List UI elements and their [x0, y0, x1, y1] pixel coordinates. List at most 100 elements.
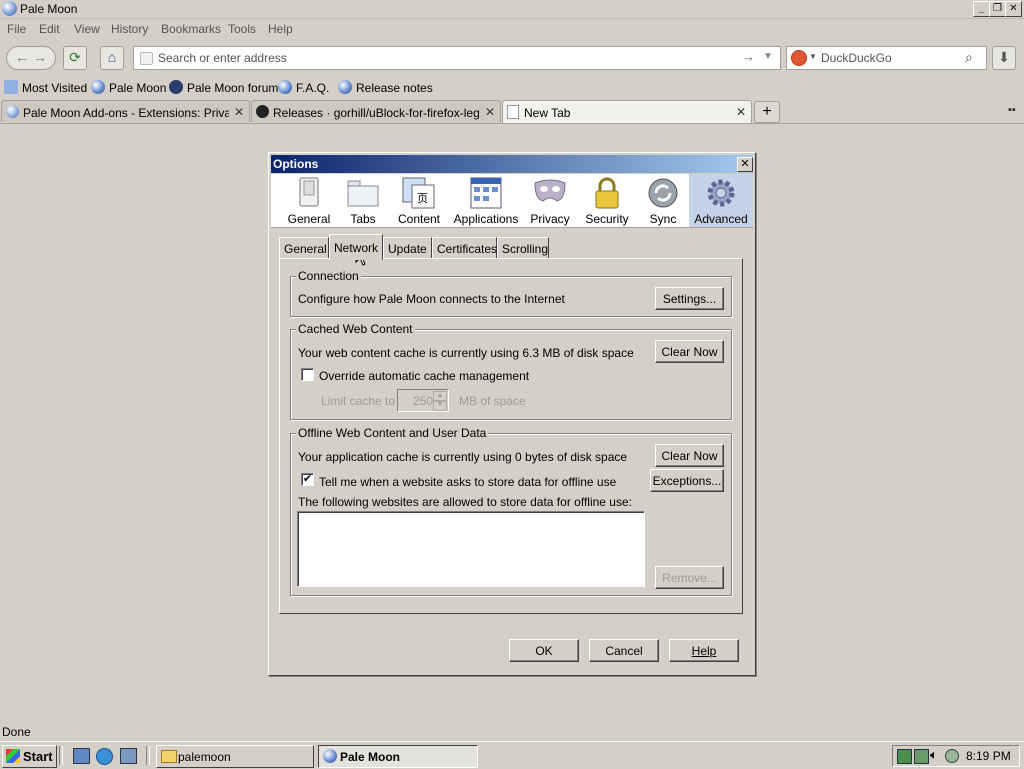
pane-security[interactable]: Security [579, 174, 635, 227]
tell-offline-checkbox[interactable]: ✔ [301, 473, 314, 486]
page-identity-icon [140, 52, 153, 65]
subtab-update[interactable]: Update [383, 237, 432, 259]
subtab-scrolling[interactable]: Scrolling [497, 237, 549, 259]
close-tab-icon[interactable]: ✕ [234, 105, 244, 119]
bookmark-label: Pale Moon [109, 81, 167, 95]
help-button[interactable]: Help [669, 639, 739, 662]
connection-legend: Connection [296, 269, 361, 283]
bookmark-label: Release notes [356, 81, 433, 95]
dialog-close-button[interactable]: ✕ [737, 157, 753, 172]
tab-pale-moon-addons[interactable]: Pale Moon Add-ons - Extensions: Privacy.… [1, 100, 250, 122]
ok-button[interactable]: OK [509, 639, 579, 662]
menu-help[interactable]: Help [268, 22, 293, 36]
new-tab-plus-icon[interactable]: + [754, 101, 780, 123]
start-button[interactable]: Start [2, 745, 57, 768]
security-lock-icon [595, 177, 619, 209]
faq-icon [278, 80, 292, 94]
tray-app-icon[interactable] [945, 749, 959, 763]
forum-icon [169, 80, 183, 94]
button-label: OK [535, 644, 553, 658]
pane-tabs[interactable]: Tabs [339, 174, 387, 227]
search-bar[interactable]: ▼ DuckDuckGo ⌕ [786, 46, 987, 70]
search-magnifier-icon[interactable]: ⌕ [965, 49, 973, 66]
minimize-button[interactable]: _ [973, 1, 990, 17]
subtab-network[interactable]: Network [329, 234, 383, 260]
back-arrow-icon[interactable]: ← [15, 49, 29, 65]
cache-size-spinner[interactable]: 250 ▲ ▼ [397, 389, 449, 412]
tab-list-grid-icon[interactable]: ▪▪ [1008, 104, 1016, 116]
menu-view[interactable]: View [74, 22, 100, 36]
most-visited-icon [4, 80, 18, 94]
limit-cache-label: Limit cache to [321, 394, 396, 408]
pane-privacy[interactable]: Privacy [525, 174, 575, 227]
engine-dropdown-icon[interactable]: ▼ [809, 52, 817, 61]
menu-tools[interactable]: Tools [228, 22, 256, 36]
close-window-button[interactable]: ✕ [1005, 1, 1022, 17]
duckduckgo-icon[interactable] [791, 50, 807, 66]
clear-offline-button[interactable]: Clear Now [655, 444, 724, 467]
go-arrow-icon[interactable]: → [742, 49, 755, 64]
bookmark-label: Most Visited [22, 81, 88, 95]
pane-content[interactable]: 页 Content [391, 174, 447, 227]
volume-tray-icon[interactable]: 🔈︎ [930, 747, 938, 763]
advanced-gear-icon [707, 179, 735, 207]
menu-bookmarks[interactable]: Bookmarks [161, 22, 221, 36]
reload-icon[interactable]: ⟳ [63, 46, 87, 70]
home-icon[interactable]: ⌂ [100, 46, 124, 70]
offline-usage-text: Your application cache is currently usin… [298, 450, 628, 464]
close-tab-icon[interactable]: ✕ [736, 105, 746, 119]
subtab-label: Scrolling [502, 242, 549, 256]
menu-history[interactable]: History [111, 22, 148, 36]
taskbar-item-palemoon-folder[interactable]: palemoon [156, 745, 314, 768]
network-tray-icon[interactable] [897, 749, 912, 764]
pane-sync[interactable]: Sync [637, 174, 689, 227]
subtab-certificates[interactable]: Certificates [432, 237, 497, 259]
search-engine-name: DuckDuckGo [821, 51, 892, 65]
pale-moon-icon [91, 80, 105, 94]
override-cache-label: Override automatic cache management [319, 369, 530, 383]
offline-sites-list[interactable] [297, 511, 645, 587]
taskbar-item-pale-moon[interactable]: Pale Moon [318, 745, 478, 768]
downloads-icon[interactable]: ⬇ [992, 46, 1016, 70]
pane-label: Security [585, 212, 629, 226]
pane-label: Tabs [350, 212, 376, 226]
taskbar-separator [59, 746, 63, 765]
quick-launch-icon[interactable] [120, 748, 137, 764]
bookmark-label: Pale Moon forum [187, 81, 279, 95]
internet-explorer-icon[interactable] [96, 748, 113, 765]
exceptions-button[interactable]: Exceptions... [650, 469, 724, 492]
subtab-general[interactable]: General [279, 237, 329, 259]
override-cache-checkbox[interactable] [301, 368, 314, 381]
remove-site-button[interactable]: Remove... [655, 566, 724, 589]
network-tray-icon-2[interactable] [914, 749, 929, 764]
connection-settings-button[interactable]: Settings... [655, 287, 724, 310]
forward-arrow-icon[interactable]: → [33, 49, 47, 65]
address-bar[interactable]: Search or enter address → ▼ [133, 46, 781, 70]
pane-label: Sync [649, 212, 677, 226]
dialog-title-bar: Options ✕ [271, 155, 753, 173]
pale-moon-taskbar-icon [323, 749, 337, 763]
limit-cache-unit: MB of space [459, 394, 526, 408]
pane-general[interactable]: General [283, 174, 335, 227]
close-tab-icon[interactable]: ✕ [485, 105, 495, 119]
menu-file[interactable]: File [7, 22, 26, 36]
restore-button[interactable]: ❐ [989, 1, 1006, 17]
taskbar-separator [146, 746, 150, 765]
pane-label: Advanced [694, 212, 748, 226]
cancel-button[interactable]: Cancel [589, 639, 659, 662]
menu-edit[interactable]: Edit [39, 22, 60, 36]
tab-label: New Tab [524, 106, 571, 120]
show-desktop-icon[interactable] [73, 748, 90, 764]
pane-applications[interactable]: Applications [453, 174, 519, 227]
address-placeholder: Search or enter address [158, 51, 287, 65]
url-dropdown-icon[interactable]: ▼ [763, 51, 773, 62]
tab-ublock-releases[interactable]: Releases · gorhill/uBlock-for-firefox-le… [251, 100, 501, 122]
windows-flag-icon [6, 749, 20, 763]
button-label: Settings... [662, 292, 717, 306]
tab-new-tab[interactable]: New Tab ✕ [502, 100, 752, 123]
clear-cache-button[interactable]: Clear Now [655, 340, 724, 363]
pane-advanced[interactable]: Advanced [689, 174, 753, 227]
spinner-down-icon[interactable]: ▼ [433, 400, 447, 411]
general-switch-icon [299, 177, 319, 207]
button-label: Remove... [662, 571, 717, 585]
